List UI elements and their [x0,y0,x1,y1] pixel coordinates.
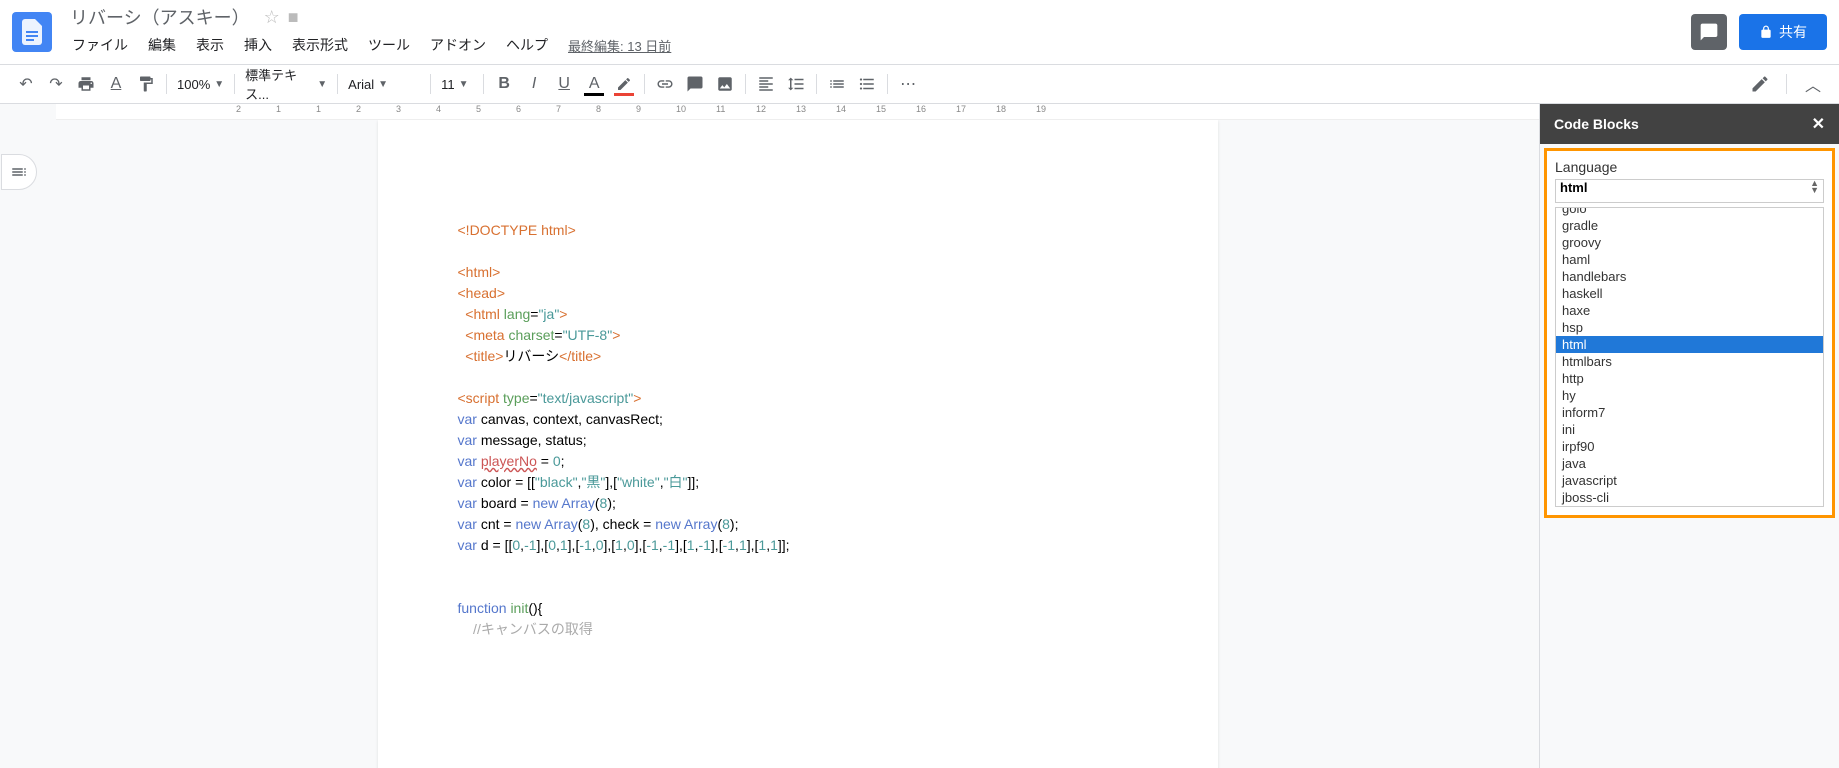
sidebar: Code Blocks ✕ Language html ▲▼ gherkingl… [1539,104,1839,768]
close-icon[interactable]: ✕ [1812,114,1825,134]
menu-addons[interactable]: アドオン [422,31,494,59]
lang-option-haxe[interactable]: haxe [1556,302,1823,319]
collapse-toolbar-button[interactable]: ︿ [1799,70,1827,98]
spellcheck-button[interactable]: A [102,70,130,98]
undo-button[interactable]: ↶ [12,70,40,98]
spinner-icon: ▲▼ [1810,180,1819,194]
menu-bar: ファイル 編集 表示 挿入 表示形式 ツール アドオン ヘルプ 最終編集: 13… [64,31,1691,59]
align-button[interactable] [752,70,780,98]
highlight-button[interactable] [610,70,638,98]
folder-icon[interactable]: ■ [288,7,299,28]
text-color-button[interactable]: A [580,70,608,98]
lang-option-ini[interactable]: ini [1556,421,1823,438]
header: リバーシ（アスキー） ☆ ■ ファイル 編集 表示 挿入 表示形式 ツール アド… [0,0,1839,64]
lang-option-gradle[interactable]: gradle [1556,217,1823,234]
paint-format-button[interactable] [132,70,160,98]
menu-tools[interactable]: ツール [360,31,418,59]
lang-option-html[interactable]: html [1556,336,1823,353]
underline-button[interactable]: U [550,70,578,98]
title-area: リバーシ（アスキー） ☆ ■ ファイル 編集 表示 挿入 表示形式 ツール アド… [64,5,1691,59]
lang-option-groovy[interactable]: groovy [1556,234,1823,251]
lang-option-javascript[interactable]: javascript [1556,472,1823,489]
menu-view[interactable]: 表示 [188,31,232,59]
share-button[interactable]: 共有 [1739,14,1827,50]
lang-option-java[interactable]: java [1556,455,1823,472]
language-label: Language [1555,159,1824,175]
redo-button[interactable]: ↷ [42,70,70,98]
font-select[interactable]: Arial▼ [344,71,424,97]
lang-option-htmlbars[interactable]: htmlbars [1556,353,1823,370]
link-button[interactable] [651,70,679,98]
image-button[interactable] [711,70,739,98]
lang-option-handlebars[interactable]: handlebars [1556,268,1823,285]
menu-format[interactable]: 表示形式 [284,31,356,59]
last-edit[interactable]: 最終編集: 13 日前 [568,36,671,55]
style-select[interactable]: 標準テキス...▼ [241,71,331,97]
lang-option-jboss-cli[interactable]: jboss-cli [1556,489,1823,506]
star-icon[interactable]: ☆ [264,7,280,28]
font-size-select[interactable]: 11▼ [437,71,477,97]
print-button[interactable] [72,70,100,98]
lang-option-hsp[interactable]: hsp [1556,319,1823,336]
menu-insert[interactable]: 挿入 [236,31,280,59]
document-page[interactable]: <!DOCTYPE html> <html> <head> <html lang… [378,120,1218,768]
lock-icon [1759,25,1773,39]
menu-file[interactable]: ファイル [64,31,136,59]
lang-option-irpf90[interactable]: irpf90 [1556,438,1823,455]
main: 2112345678910111213141516171819 <!DOCTYP… [0,104,1839,768]
lang-option-http[interactable]: http [1556,370,1823,387]
checklist-button[interactable] [823,70,851,98]
comment-button[interactable] [681,70,709,98]
editing-mode-button[interactable] [1746,70,1774,98]
left-gutter [0,104,56,768]
bullet-list-button[interactable] [853,70,881,98]
language-select[interactable]: html ▲▼ [1555,179,1824,203]
menu-help[interactable]: ヘルプ [498,31,556,59]
comments-button[interactable] [1691,14,1727,50]
sidebar-title: Code Blocks [1554,116,1639,132]
more-button[interactable]: ⋯ [894,70,922,98]
sidebar-body: Language html ▲▼ gherkinglslgogologradle… [1544,148,1835,518]
share-label: 共有 [1779,22,1807,42]
toolbar: ↶ ↷ A 100%▼ 標準テキス...▼ Arial▼ 11▼ B I U A… [0,64,1839,104]
sidebar-header: Code Blocks ✕ [1540,104,1839,144]
outline-button[interactable] [1,154,37,190]
ruler[interactable]: 2112345678910111213141516171819 [56,104,1539,120]
lang-option-haml[interactable]: haml [1556,251,1823,268]
document-title[interactable]: リバーシ（アスキー） [64,2,256,32]
document-area: 2112345678910111213141516171819 <!DOCTYP… [56,104,1539,768]
language-list[interactable]: gherkinglslgogologradlegroovyhamlhandleb… [1555,207,1824,507]
menu-edit[interactable]: 編集 [140,31,184,59]
lang-option-inform7[interactable]: inform7 [1556,404,1823,421]
zoom-select[interactable]: 100%▼ [173,71,228,97]
bold-button[interactable]: B [490,70,518,98]
lang-option-golo[interactable]: golo [1556,207,1823,217]
docs-logo[interactable] [12,12,52,52]
line-spacing-button[interactable] [782,70,810,98]
lang-option-hy[interactable]: hy [1556,387,1823,404]
italic-button[interactable]: I [520,70,548,98]
lang-option-haskell[interactable]: haskell [1556,285,1823,302]
